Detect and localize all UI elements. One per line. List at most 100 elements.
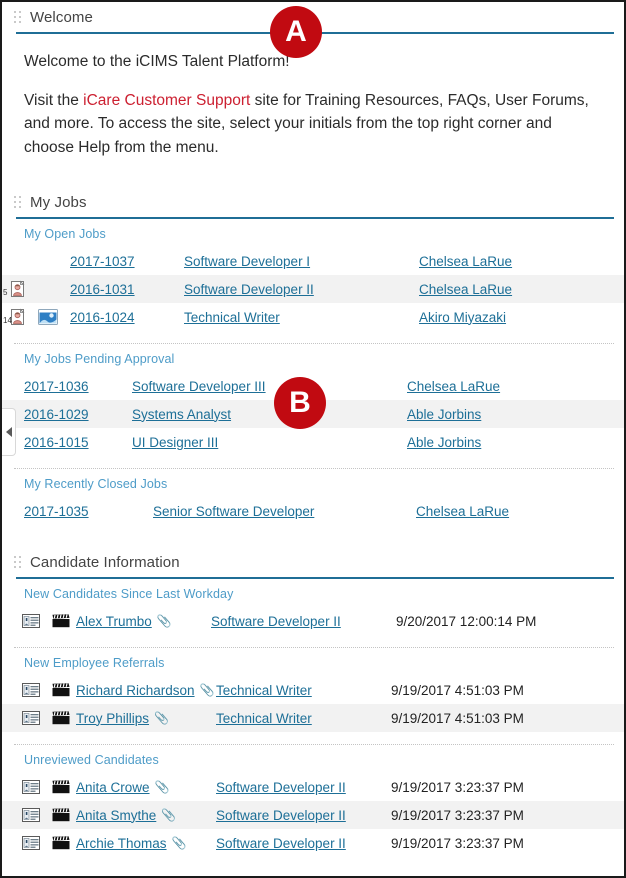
candidate-name-cell: Alex Trumbo 📎 — [76, 614, 211, 629]
group-label-my-open-jobs[interactable]: My Open Jobs — [2, 219, 624, 247]
table-row[interactable]: Richard Richardson 📎 Technical Writer 9/… — [2, 676, 624, 704]
video-cell — [46, 683, 76, 697]
job-owner-link[interactable]: Chelsea LaRue — [419, 254, 512, 269]
candidate-job-link[interactable]: Software Developer II — [211, 614, 341, 629]
job-title-cell: UI Designer III — [132, 435, 407, 450]
group-label-pending-approval[interactable]: My Jobs Pending Approval — [2, 344, 624, 372]
contact-card-icon[interactable] — [22, 683, 40, 698]
video-clapperboard-icon[interactable] — [52, 780, 70, 794]
paperclip-icon[interactable]: 📎 — [155, 781, 170, 793]
table-row[interactable]: Anita Smythe 📎 Software Developer II 9/1… — [2, 801, 624, 830]
job-owner-link[interactable]: Akiro Miyazaki — [419, 310, 506, 325]
job-owner-cell: Able Jorbins — [407, 435, 624, 450]
job-owner-cell: Chelsea LaRue — [407, 504, 624, 519]
job-title-link[interactable]: Senior Software Developer — [153, 504, 314, 519]
spacer-welcome-jobs — [2, 169, 624, 187]
req-id-cell: 2017-1036 — [2, 379, 132, 394]
table-row[interactable]: 14 2016-1024 Technical Writer Akiro Miya… — [2, 303, 624, 331]
table-row[interactable]: Anita Crowe 📎 Software Developer II 9/19… — [2, 773, 624, 801]
drag-handle-icon[interactable] — [14, 195, 22, 209]
candidate-name-link[interactable]: Anita Smythe — [76, 808, 156, 823]
job-title-cell: Systems Analyst — [132, 407, 407, 422]
contact-card-cell — [2, 780, 46, 795]
candidate-job-cell: Technical Writer — [216, 683, 391, 698]
callout-badge-b: B — [274, 377, 326, 430]
job-owner-cell: Chelsea LaRue — [407, 379, 624, 394]
video-clapperboard-icon[interactable] — [52, 683, 70, 697]
candidate-job-link[interactable]: Software Developer II — [216, 836, 346, 851]
req-id-cell: 2016-1029 — [2, 407, 132, 422]
job-title-link[interactable]: Software Developer I — [184, 254, 310, 269]
drag-handle-icon[interactable] — [14, 555, 22, 569]
screen-window-icon[interactable] — [38, 309, 58, 326]
req-id-link[interactable]: 2016-1015 — [24, 435, 89, 450]
video-clapperboard-icon[interactable] — [52, 614, 70, 628]
req-id-link[interactable]: 2016-1031 — [70, 282, 135, 297]
contact-card-icon[interactable] — [22, 711, 40, 726]
video-clapperboard-icon[interactable] — [52, 711, 70, 725]
video-clapperboard-icon[interactable] — [52, 808, 70, 822]
table-row[interactable]: Troy Phillips 📎 Technical Writer 9/19/20… — [2, 704, 624, 733]
candidate-job-link[interactable]: Technical Writer — [216, 683, 312, 698]
group-label-unreviewed-candidates[interactable]: Unreviewed Candidates — [2, 745, 624, 773]
candidate-name-link[interactable]: Troy Phillips — [76, 711, 149, 726]
group-label-recently-closed[interactable]: My Recently Closed Jobs — [2, 469, 624, 497]
req-id-link[interactable]: 2017-1037 — [70, 254, 135, 269]
drag-handle-icon[interactable] — [14, 10, 22, 24]
sidebar-collapse-handle[interactable] — [2, 408, 16, 456]
video-cell — [46, 614, 76, 628]
table-row[interactable]: 2017-1037 Software Developer I Chelsea L… — [2, 247, 624, 275]
contact-card-cell — [2, 808, 46, 823]
welcome-text-pre: Visit the — [24, 91, 84, 109]
job-owner-link[interactable]: Chelsea LaRue — [407, 379, 500, 394]
candidate-name-cell: Anita Crowe 📎 — [76, 780, 216, 795]
job-owner-cell: Chelsea LaRue — [419, 254, 624, 269]
table-row[interactable]: 2017-1035 Senior Software Developer Chel… — [2, 497, 624, 525]
table-row[interactable]: Archie Thomas 📎 Software Developer II 9/… — [2, 829, 624, 857]
table-row[interactable]: Alex Trumbo 📎 Software Developer II 9/20… — [2, 607, 624, 635]
job-title-link[interactable]: Software Developer II — [184, 282, 314, 297]
candidate-name-link[interactable]: Alex Trumbo — [76, 614, 152, 629]
job-title-link[interactable]: UI Designer III — [132, 435, 218, 450]
candidate-name-cell: Anita Smythe 📎 — [76, 808, 216, 823]
job-owner-link[interactable]: Chelsea LaRue — [419, 282, 512, 297]
table-row[interactable]: 2016-1015 UI Designer III Able Jorbins — [2, 428, 624, 456]
contact-card-icon[interactable] — [22, 836, 40, 851]
job-title-link[interactable]: Software Developer III — [132, 379, 266, 394]
candidate-job-link[interactable]: Software Developer II — [216, 808, 346, 823]
candidate-resume-icon[interactable] — [9, 280, 26, 298]
req-id-link[interactable]: 2016-1029 — [24, 407, 89, 422]
panel-candidate-information-header: Candidate Information — [2, 547, 624, 577]
contact-card-icon[interactable] — [22, 808, 40, 823]
paperclip-icon[interactable]: 📎 — [200, 684, 215, 696]
job-owner-link[interactable]: Able Jorbins — [407, 407, 481, 422]
group-label-new-candidates[interactable]: New Candidates Since Last Workday — [2, 579, 624, 607]
paperclip-icon[interactable]: 📎 — [172, 837, 187, 849]
contact-card-icon[interactable] — [22, 614, 40, 629]
contact-card-icon[interactable] — [22, 780, 40, 795]
candidate-name-link[interactable]: Archie Thomas — [76, 836, 167, 851]
icare-customer-support-link[interactable]: iCare Customer Support — [83, 92, 250, 109]
paperclip-icon[interactable]: 📎 — [161, 809, 176, 821]
candidate-job-link[interactable]: Technical Writer — [216, 711, 312, 726]
job-title-link[interactable]: Systems Analyst — [132, 407, 231, 422]
candidate-name-link[interactable]: Richard Richardson — [76, 683, 195, 698]
job-owner-link[interactable]: Able Jorbins — [407, 435, 481, 450]
table-row[interactable]: 5 2016-1031 Software Developer II Chelse… — [2, 275, 624, 304]
candidate-name-link[interactable]: Anita Crowe — [76, 780, 150, 795]
job-owner-link[interactable]: Chelsea LaRue — [416, 504, 509, 519]
candidate-job-link[interactable]: Software Developer II — [216, 780, 346, 795]
panel-my-jobs-header: My Jobs — [2, 187, 624, 217]
video-clapperboard-icon[interactable] — [52, 836, 70, 850]
req-id-link[interactable]: 2016-1024 — [70, 310, 135, 325]
screen-icon-cell — [32, 309, 64, 326]
video-cell — [46, 836, 76, 850]
req-id-link[interactable]: 2017-1036 — [24, 379, 89, 394]
paperclip-icon[interactable]: 📎 — [154, 712, 169, 724]
welcome-body: Welcome to the iCIMS Talent Platform! Vi… — [2, 34, 624, 169]
paperclip-icon[interactable]: 📎 — [157, 615, 172, 627]
group-label-employee-referrals[interactable]: New Employee Referrals — [2, 648, 624, 676]
req-id-link[interactable]: 2017-1035 — [24, 504, 89, 519]
job-title-link[interactable]: Technical Writer — [184, 310, 280, 325]
